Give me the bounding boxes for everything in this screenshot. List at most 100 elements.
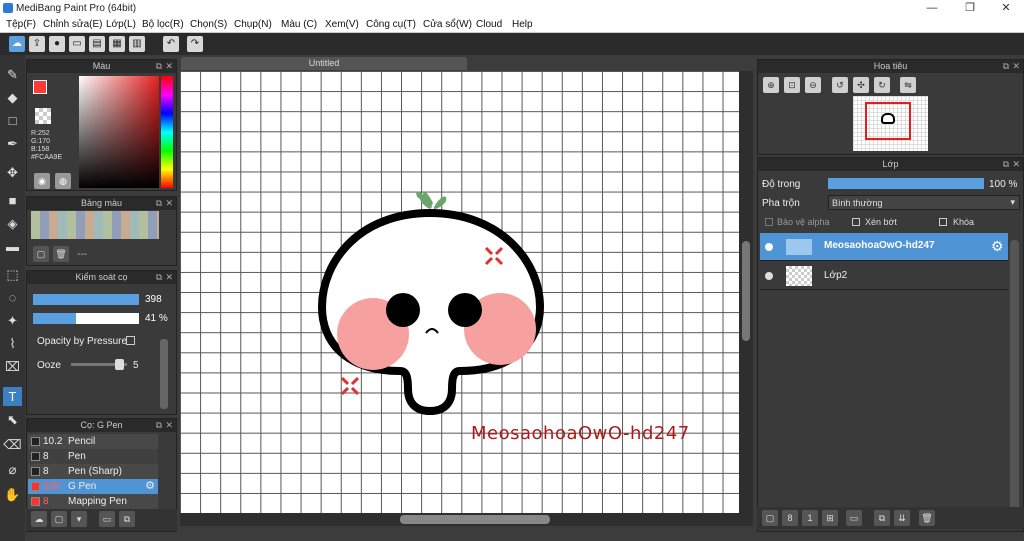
- ooze-slider-knob[interactable]: [114, 359, 124, 370]
- brush-control-scrollbar[interactable]: [160, 339, 168, 409]
- menu-color[interactable]: Màu (C): [281, 19, 317, 30]
- undock-icon[interactable]: ⧉: [156, 60, 162, 73]
- layer-row[interactable]: Lớp2: [760, 262, 1008, 290]
- drawing-canvas[interactable]: MeosaohoaOwO-hd247: [180, 71, 739, 513]
- navigator-preview[interactable]: [853, 96, 928, 151]
- lock-checkbox[interactable]: [939, 218, 947, 226]
- select-eraser-icon[interactable]: ⌧: [3, 357, 22, 376]
- menu-filter[interactable]: Bộ lọc(R): [142, 19, 184, 30]
- hand-icon[interactable]: ✋: [3, 485, 22, 504]
- bucket-icon[interactable]: ◈: [3, 214, 22, 233]
- comment-icon[interactable]: ●: [49, 36, 65, 52]
- panel-icon[interactable]: ▥: [129, 36, 145, 52]
- saturation-picker[interactable]: [79, 76, 159, 188]
- folder-icon[interactable]: ▭: [99, 511, 115, 527]
- export-icon[interactable]: ⇪: [29, 36, 45, 52]
- text-icon[interactable]: T: [3, 387, 22, 406]
- layer-list-scrollbar[interactable]: [1010, 240, 1019, 525]
- layer-name[interactable]: Lớp2: [824, 270, 847, 281]
- gradient-icon[interactable]: ▬: [3, 237, 22, 256]
- trash-icon[interactable]: 🗑: [919, 510, 935, 526]
- menu-window[interactable]: Cửa sổ(W): [423, 19, 472, 30]
- brush-icon[interactable]: ✎: [3, 65, 22, 84]
- undock-icon[interactable]: ⧉: [1003, 60, 1009, 73]
- cloud-icon[interactable]: ☁: [9, 36, 25, 52]
- redo-icon[interactable]: ↷: [187, 36, 203, 52]
- gear-icon[interactable]: ⚙: [991, 238, 1004, 255]
- close-icon[interactable]: ✕: [165, 60, 173, 73]
- close-button[interactable]: ✕: [999, 2, 1013, 15]
- brush-list-item[interactable]: 398 G Pen ⚙: [28, 479, 158, 494]
- rotate-right-icon[interactable]: ↻: [874, 77, 890, 93]
- rotate-left-icon[interactable]: ↺: [832, 77, 848, 93]
- text-frame-icon[interactable]: ▭: [69, 36, 85, 52]
- cloud-brush-icon[interactable]: ☁: [31, 511, 47, 527]
- brush-list-item[interactable]: 10.2 Pencil: [28, 434, 158, 449]
- close-icon[interactable]: ✕: [1012, 158, 1020, 171]
- rectangle-icon[interactable]: □: [3, 111, 22, 130]
- trash-icon[interactable]: 🗑: [53, 246, 69, 262]
- palette-swatches[interactable]: [31, 211, 159, 239]
- merge-layer-icon[interactable]: ⇊: [894, 510, 910, 526]
- size-slider[interactable]: [33, 294, 139, 305]
- maximize-button[interactable]: ❐: [963, 2, 977, 15]
- undock-icon[interactable]: ⧉: [1003, 158, 1009, 171]
- menu-layer[interactable]: Lớp(L): [106, 19, 136, 30]
- undock-icon[interactable]: ⧉: [156, 271, 162, 284]
- menu-view[interactable]: Xem(V): [325, 19, 359, 30]
- layer-row[interactable]: MeosaohoaOwO-hd247 ⚙: [760, 233, 1008, 261]
- move-icon[interactable]: ✥: [3, 163, 22, 182]
- canvas-horizontal-scrollbar[interactable]: [180, 513, 753, 526]
- magic-wand-icon[interactable]: ✦: [3, 311, 22, 330]
- color-settings-icon[interactable]: ◍: [55, 173, 71, 189]
- undock-icon[interactable]: ⧉: [156, 419, 162, 432]
- brush-list-item[interactable]: 8 Mapping Pen: [28, 494, 158, 509]
- fit-screen-icon[interactable]: ⊡: [784, 77, 800, 93]
- color-wheel-icon[interactable]: ◉: [34, 173, 50, 189]
- duplicate-icon[interactable]: ⧉: [119, 511, 135, 527]
- opacity-pressure-checkbox[interactable]: [126, 336, 135, 345]
- new-brush-icon[interactable]: ▢: [51, 511, 67, 527]
- menu-capture[interactable]: Chụp(N): [234, 19, 272, 30]
- page-icon[interactable]: ▤: [89, 36, 105, 52]
- menu-help[interactable]: Help: [512, 19, 533, 30]
- primary-color-swatch[interactable]: [33, 80, 47, 94]
- menu-edit[interactable]: Chỉnh sửa(E): [43, 19, 103, 30]
- add-layer-menu-icon[interactable]: ⊞: [822, 510, 838, 526]
- new-palette-icon[interactable]: ▢: [33, 246, 49, 262]
- brush-menu-icon[interactable]: ▾: [71, 511, 87, 527]
- eye-icon[interactable]: [765, 243, 773, 251]
- new-8bit-layer-icon[interactable]: 8: [782, 510, 798, 526]
- eye-icon[interactable]: [765, 272, 773, 280]
- minimize-button[interactable]: —: [925, 2, 939, 15]
- layer-name[interactable]: MeosaohoaOwO-hd247: [824, 240, 935, 251]
- close-icon[interactable]: ✕: [165, 419, 173, 432]
- operation-icon[interactable]: ⬉: [3, 410, 22, 429]
- rotate-reset-icon[interactable]: ✣: [853, 77, 869, 93]
- close-icon[interactable]: ✕: [165, 271, 173, 284]
- select-rect-icon[interactable]: ⬚: [3, 265, 22, 284]
- menu-cloud[interactable]: Cloud: [476, 19, 502, 30]
- undo-icon[interactable]: ↶: [163, 36, 179, 52]
- close-icon[interactable]: ✕: [1012, 60, 1020, 73]
- gear-icon[interactable]: ⚙: [145, 479, 155, 494]
- eraser-icon[interactable]: ◆: [3, 88, 22, 107]
- blend-mode-select[interactable]: Bình thường ▾: [828, 195, 1020, 210]
- layer-opacity-slider[interactable]: [828, 178, 984, 189]
- protect-alpha-checkbox[interactable]: [765, 218, 773, 226]
- document-tab[interactable]: Untitled: [181, 57, 467, 70]
- size-value[interactable]: 398: [145, 294, 162, 305]
- horizontal-scroll-thumb[interactable]: [400, 515, 550, 524]
- pen-icon[interactable]: ✒: [3, 134, 22, 153]
- fill-rect-icon[interactable]: ■: [3, 191, 22, 210]
- eyedropper-icon[interactable]: ⌫: [3, 435, 22, 454]
- clipping-checkbox[interactable]: [852, 218, 860, 226]
- grid-icon[interactable]: ▦: [109, 36, 125, 52]
- menu-tools[interactable]: Công cụ(T): [366, 19, 416, 30]
- zoom-out-icon[interactable]: ⊖: [805, 77, 821, 93]
- canvas-vertical-scrollbar[interactable]: [739, 71, 753, 513]
- duplicate-layer-icon[interactable]: ⧉: [874, 510, 890, 526]
- transparent-swatch[interactable]: [35, 108, 51, 124]
- flip-icon[interactable]: ⇋: [900, 77, 916, 93]
- menu-select[interactable]: Chọn(S): [190, 19, 227, 30]
